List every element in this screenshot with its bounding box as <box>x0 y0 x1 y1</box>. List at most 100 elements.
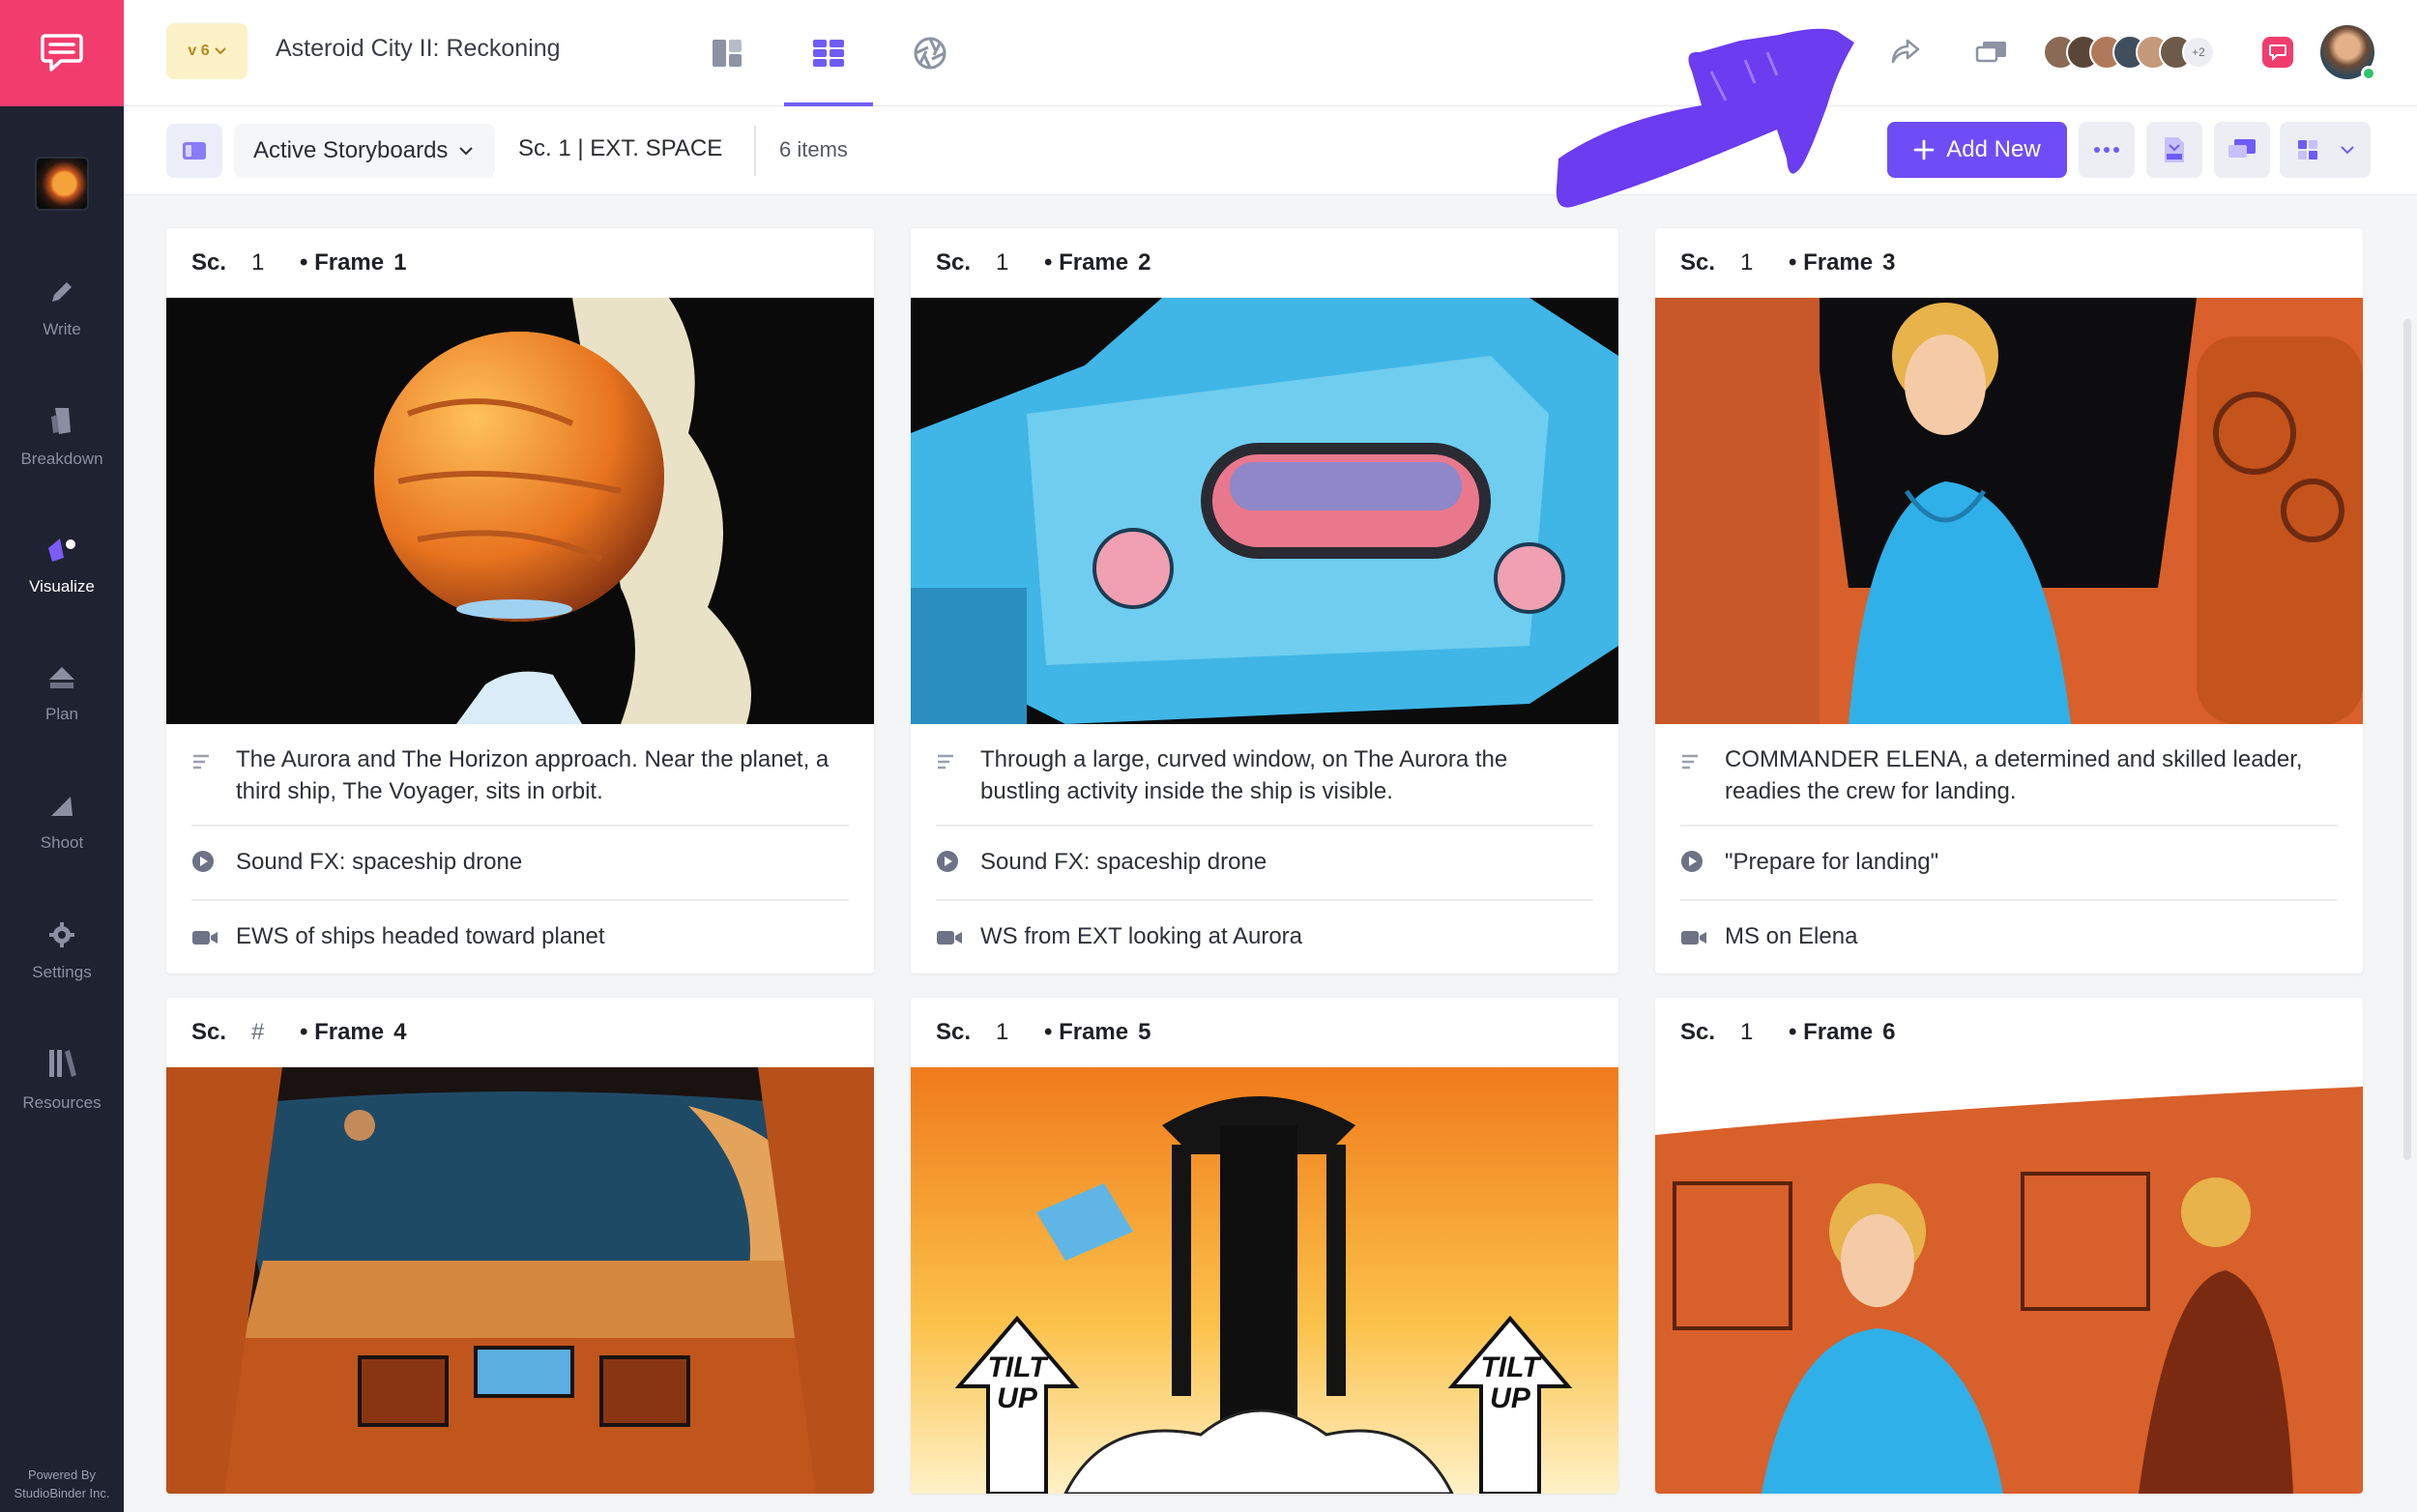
scene-heading: Sc. 1 | EXT. SPACE <box>518 135 723 161</box>
frame-prefix: • Frame <box>1789 1019 1874 1045</box>
export-pdf-button[interactable] <box>2146 122 2202 178</box>
description-row[interactable]: COMMANDER ELENA, a determined and skille… <box>1680 724 2338 827</box>
frame-image[interactable] <box>911 298 1618 724</box>
storyboard-card[interactable]: Sc. 1 • Frame 1 The Aurora and The Horizo… <box>166 228 874 974</box>
spaceship-window-illustration <box>911 298 1618 724</box>
storyboard-card[interactable]: Sc. 1 • Frame 2 Through a large, curved w… <box>911 228 1618 974</box>
user-avatar[interactable] <box>2320 25 2376 81</box>
tilt-up-label-right: TILT <box>1480 1352 1542 1383</box>
sidebar-item-shoot[interactable]: Shoot <box>0 770 124 876</box>
storyboard-selector-label: Active Storyboards <box>253 137 449 163</box>
frame-label: • Frame 2 <box>1044 249 1150 276</box>
tab-grid-view[interactable] <box>784 0 873 106</box>
scene-number[interactable]: 1 <box>251 249 300 276</box>
sidebar-item-settings[interactable]: Settings <box>0 898 124 1004</box>
shot-row[interactable]: EWS of ships headed toward planet <box>191 901 849 974</box>
description-row[interactable]: Through a large, curved window, on The A… <box>936 724 1593 827</box>
frame-image[interactable] <box>166 1067 874 1494</box>
frame-label: • Frame 6 <box>1789 1019 1895 1046</box>
frame-number: 2 <box>1138 249 1151 276</box>
sidebar-item-label: Write <box>43 320 81 338</box>
scene-number[interactable]: 1 <box>996 249 1044 276</box>
present-storyboard-button[interactable] <box>2214 122 2270 178</box>
storyboard-card[interactable]: Sc. 1 • Frame 5 TILT UP TILT UP <box>911 998 1618 1494</box>
powered-by-line2: StudioBinder Inc. <box>14 1486 110 1500</box>
tab-panels-view[interactable] <box>683 0 772 106</box>
chevron-down-icon <box>214 47 226 55</box>
shoot-icon <box>51 797 73 816</box>
card-header: Sc. # • Frame 4 <box>166 998 874 1067</box>
storyboard-card[interactable]: Sc. 1 • Frame 3 COMMANDER ELENA, a determ <box>1655 228 2363 974</box>
shot-row[interactable]: WS from EXT looking at Aurora <box>936 901 1593 974</box>
scene-number[interactable]: 1 <box>996 1019 1044 1046</box>
video-camera-icon <box>192 931 218 945</box>
crew-illustration <box>1655 1067 2363 1494</box>
frame-image[interactable] <box>1655 1067 2363 1494</box>
studiobinder-logo[interactable] <box>0 0 124 106</box>
scene-label: Sc. <box>191 249 227 276</box>
frame-description: Through a large, curved window, on The A… <box>980 746 1508 804</box>
launch-tower-illustration: TILT UP TILT UP <box>911 1067 1618 1494</box>
storyboard-selector[interactable]: Active Storyboards <box>234 124 495 178</box>
description-row[interactable]: The Aurora and The Horizon approach. Nea… <box>191 724 849 827</box>
text-lines-icon <box>193 754 209 770</box>
frame-audio: "Prepare for landing" <box>1725 849 1939 875</box>
frame-image[interactable] <box>1655 298 2363 724</box>
sidebar-item-write[interactable]: Write <box>0 255 124 362</box>
plan-icon <box>49 667 74 688</box>
library-icon <box>49 1050 76 1077</box>
sidebar-item-resources[interactable]: Resources <box>0 1027 124 1133</box>
collaborators-avatars[interactable]: +2 <box>2043 33 2215 72</box>
shot-row[interactable]: MS on Elena <box>1680 901 2338 974</box>
storyboard-card[interactable]: Sc. 1 • Frame 6 <box>1655 998 2363 1494</box>
project-thumbnail[interactable] <box>35 157 89 211</box>
scene-label: Sc. <box>191 1019 227 1045</box>
frame-audio: Sound FX: spaceship drone <box>236 849 523 875</box>
notifications-button[interactable] <box>2262 37 2293 68</box>
frame-image[interactable]: TILT UP TILT UP <box>911 1067 1618 1494</box>
grid-view-icon <box>813 40 844 67</box>
pdf-icon <box>2165 137 2184 162</box>
frame-description: COMMANDER ELENA, a determined and skille… <box>1725 746 2303 804</box>
scene-number[interactable]: # <box>251 1019 300 1046</box>
chevron-down-icon <box>2341 145 2354 154</box>
tab-shotlist-view[interactable] <box>886 0 975 106</box>
audio-row[interactable]: Sound FX: spaceship drone <box>191 827 849 901</box>
more-collaborators-badge[interactable]: +2 <box>2182 36 2215 69</box>
scene-label: Sc. <box>1680 249 1716 276</box>
frame-prefix: • Frame <box>300 1019 385 1045</box>
scrollbar[interactable] <box>2403 319 2411 1160</box>
scene-number[interactable]: 1 <box>1740 1019 1789 1046</box>
scene-number[interactable]: 1 <box>1740 249 1789 276</box>
gear-icon <box>49 922 74 947</box>
present-button[interactable] <box>1965 27 2019 77</box>
aperture-icon <box>914 37 946 70</box>
panels-view-icon <box>713 40 742 67</box>
more-options-button[interactable] <box>2079 122 2135 178</box>
sidebar-item-plan[interactable]: Plan <box>0 641 124 747</box>
scene-label: Sc. <box>936 249 972 276</box>
scene-label: Sc. <box>936 1019 972 1045</box>
frame-description: The Aurora and The Horizon approach. Nea… <box>236 746 830 804</box>
layout-selector[interactable] <box>2280 122 2371 178</box>
sidebar-item-label: Resources <box>22 1093 102 1112</box>
card-header: Sc. 1 • Frame 5 <box>911 998 1618 1067</box>
text-lines-icon <box>1682 754 1698 770</box>
add-new-button[interactable]: Add New <box>1887 122 2067 178</box>
toggle-panel-button[interactable] <box>166 124 222 178</box>
frame-image[interactable] <box>166 298 874 724</box>
topbar: v 6 Asteroid City II: Reckoning +2 <box>124 0 2417 106</box>
chat-logo-icon <box>41 34 83 72</box>
online-status-dot <box>2361 66 2376 81</box>
frame-prefix: • Frame <box>1044 249 1129 276</box>
sidebar-item-visualize[interactable]: Visualize <box>0 512 124 619</box>
version-selector[interactable]: v 6 <box>166 23 248 79</box>
frame-prefix: • Frame <box>300 249 385 276</box>
storyboard-card[interactable]: Sc. # • Frame 4 <box>166 998 874 1494</box>
sidebar-item-breakdown[interactable]: Breakdown <box>0 384 124 490</box>
audio-row[interactable]: Sound FX: spaceship drone <box>936 827 1593 901</box>
sidebar-panel-icon <box>183 142 206 160</box>
frame-prefix: • Frame <box>1789 249 1874 276</box>
frame-shot: WS from EXT looking at Aurora <box>980 923 1303 949</box>
audio-row[interactable]: "Prepare for landing" <box>1680 827 2338 901</box>
